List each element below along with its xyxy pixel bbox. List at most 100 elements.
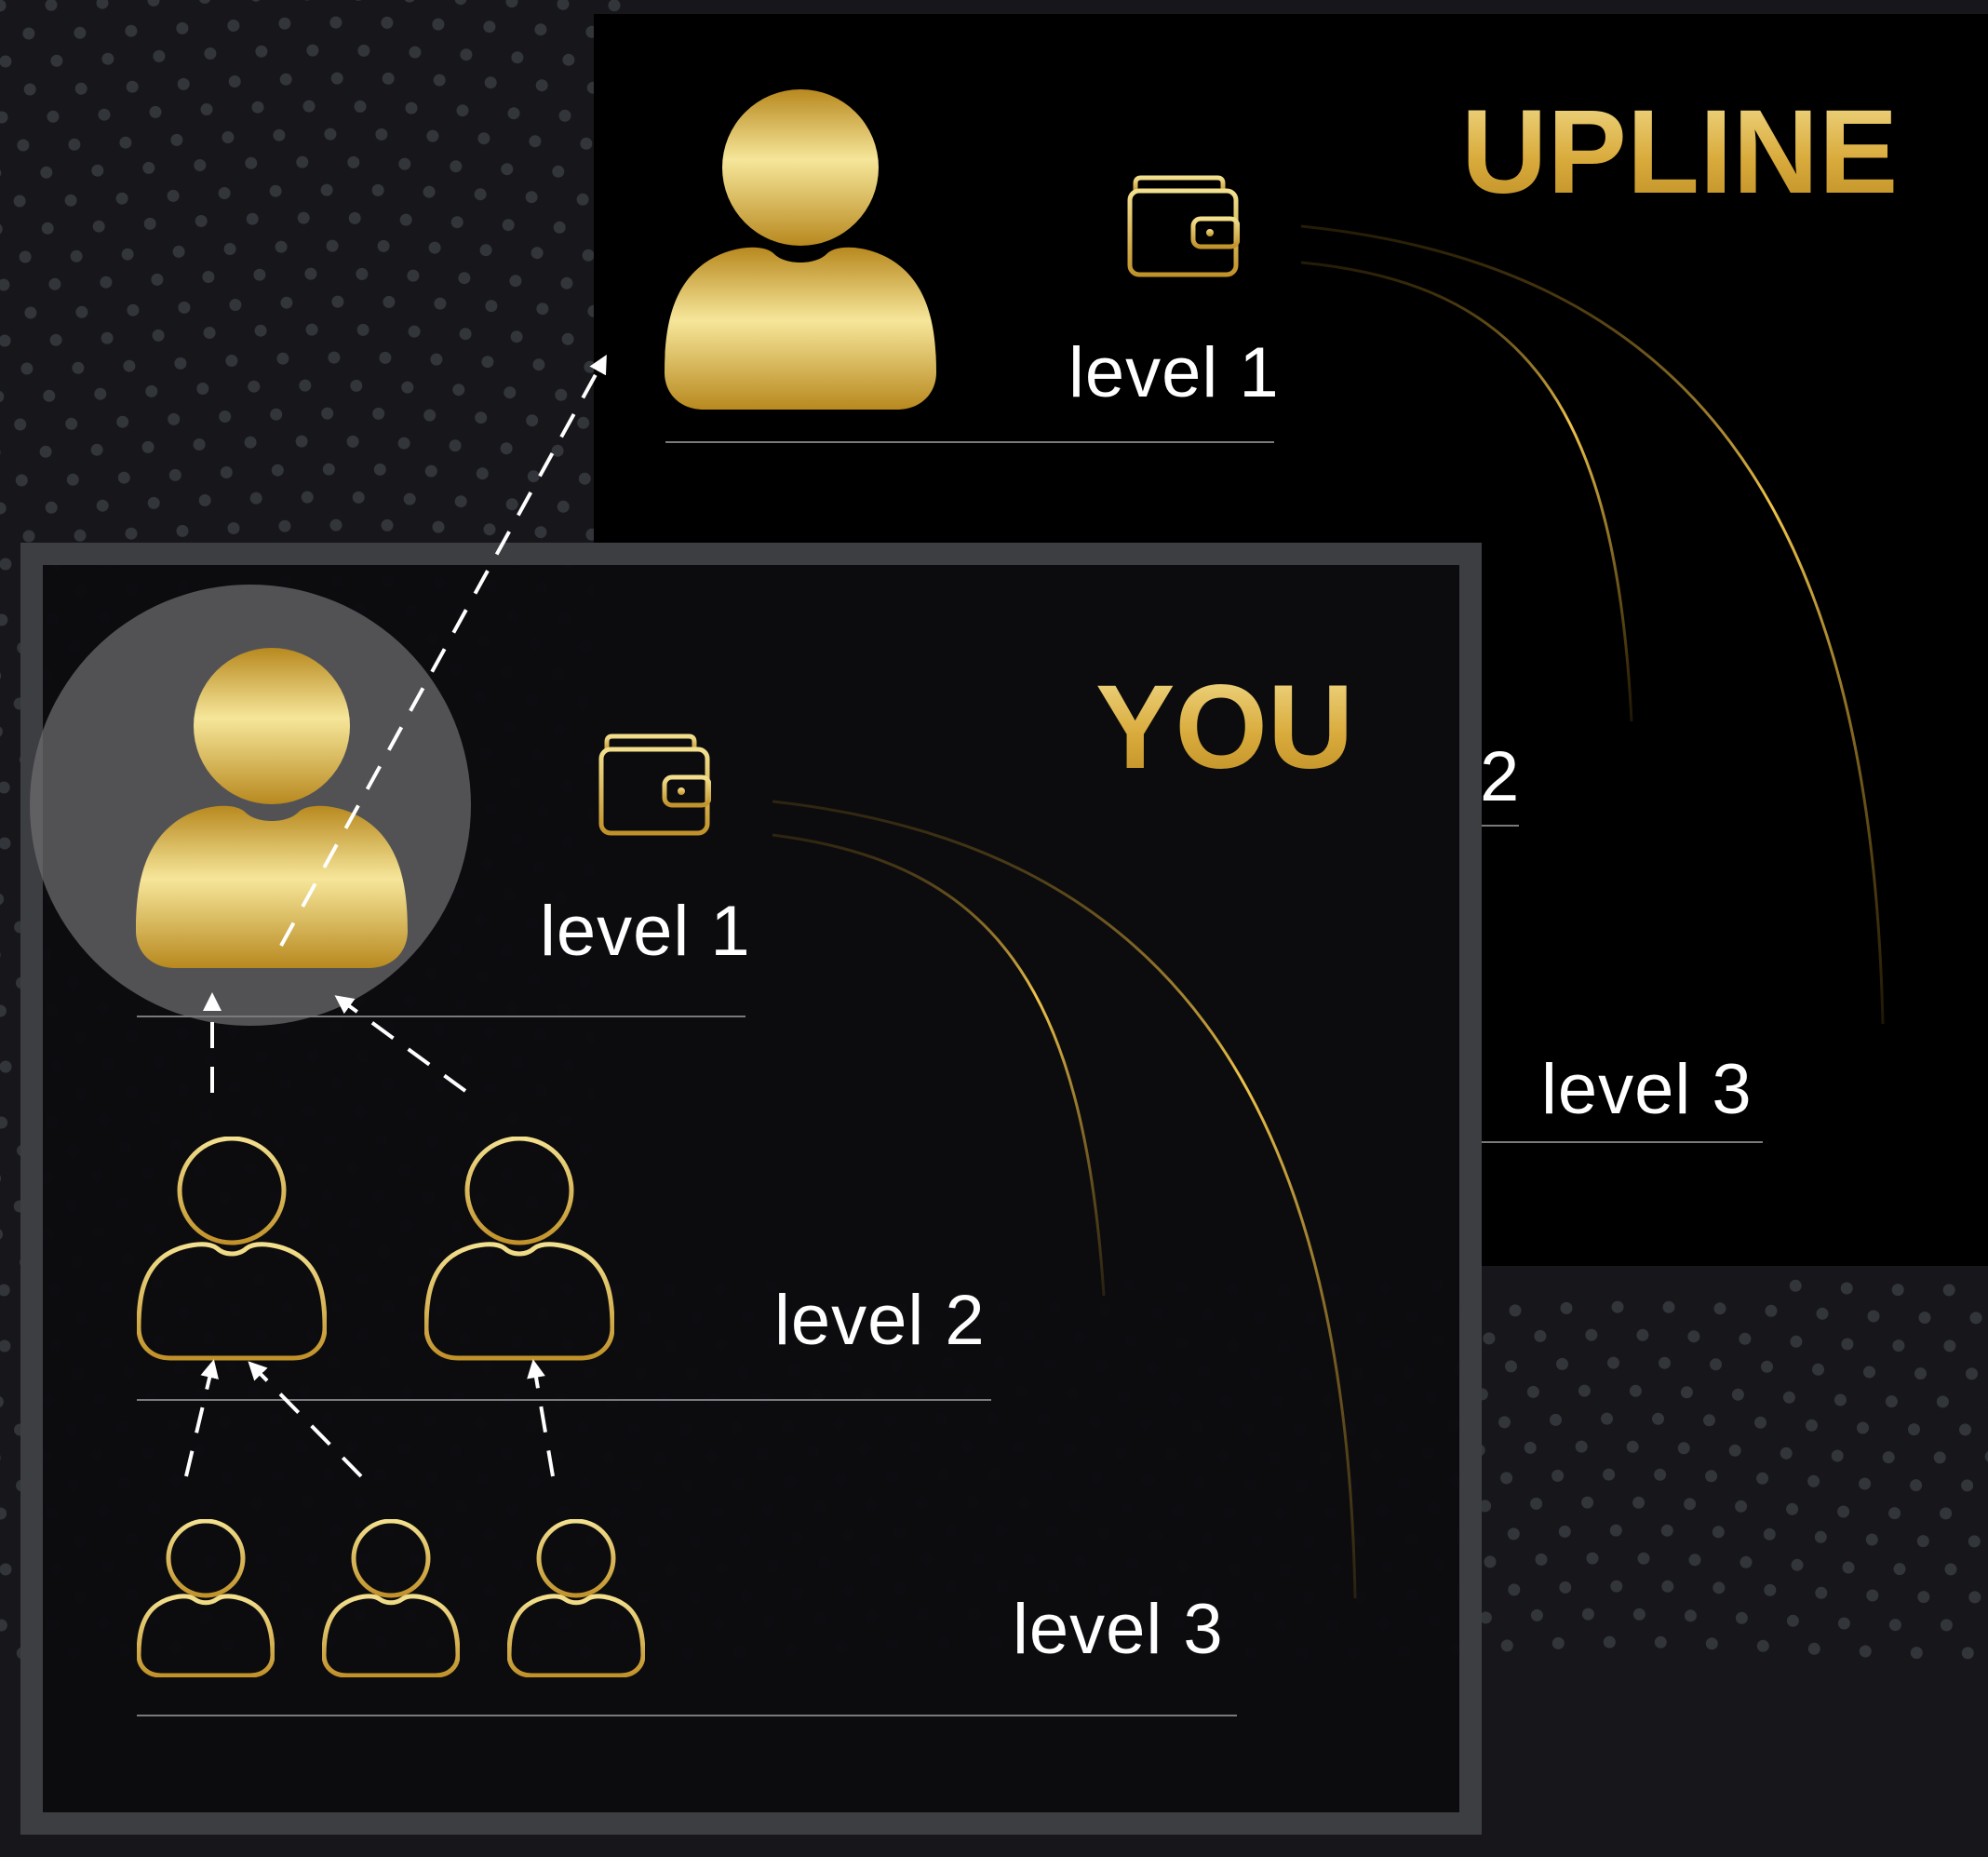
background-dot: [324, 128, 336, 141]
background-dot: [383, 73, 395, 85]
background-dot: [1914, 1367, 1927, 1379]
background-dot: [1681, 1386, 1693, 1398]
background-dot: [40, 167, 52, 179]
background-dot: [148, 0, 160, 7]
background-dot: [1732, 1389, 1744, 1401]
background-dot: [1735, 1500, 1747, 1513]
background-dot: [204, 327, 216, 339]
background-dot: [1943, 1339, 1955, 1352]
background-dot: [1689, 1554, 1701, 1566]
background-dot: [1841, 1339, 1853, 1351]
background-dot: [67, 474, 79, 486]
background-dot: [50, 55, 62, 67]
background-dot: [24, 307, 36, 319]
background-dot: [201, 103, 213, 115]
background-dot: [0, 391, 4, 403]
background-dot: [1889, 1619, 1901, 1631]
background-dot: [125, 25, 137, 37]
background-dot: [0, 894, 4, 906]
background-dot: [434, 74, 446, 87]
background-dot: [1968, 1591, 1981, 1603]
background-dot: [1919, 1312, 1931, 1324]
background-dot: [174, 357, 186, 370]
background-dot: [429, 242, 441, 254]
background-dot: [1941, 1619, 1953, 1631]
background-dot: [178, 302, 190, 314]
background-dot: [168, 413, 180, 425]
background-dot: [1860, 1646, 1872, 1658]
background-dot: [503, 219, 515, 231]
background-dot: [1908, 1423, 1920, 1435]
background-dot: [228, 522, 240, 534]
background-dot: [1812, 1364, 1824, 1376]
background-dot: [0, 1285, 10, 1297]
background-dot: [97, 500, 109, 512]
background-dot: [153, 50, 165, 62]
background-dot: [40, 446, 52, 458]
background-dot: [17, 140, 29, 152]
background-dot: [280, 74, 292, 86]
background-dot: [250, 492, 262, 505]
background-dot: [144, 218, 156, 230]
background-dot: [1627, 1441, 1639, 1453]
background-dot: [560, 277, 572, 289]
background-dot: [398, 437, 410, 450]
background-dot: [0, 168, 1, 180]
background-dot: [458, 272, 470, 284]
background-dot: [1754, 1417, 1766, 1429]
background-dot: [321, 184, 333, 196]
background-dot: [75, 306, 87, 318]
background-dot: [94, 388, 106, 400]
background-dot: [224, 243, 236, 255]
background-dot: [1757, 1640, 1769, 1652]
background-dot: [116, 193, 128, 205]
background-dot: [506, 0, 518, 7]
background-dot: [24, 84, 36, 96]
background-dot: [91, 165, 103, 177]
background-dot: [398, 158, 410, 170]
background-dot: [145, 385, 157, 397]
background-dot: [1780, 1447, 1793, 1460]
background-dot: [1961, 1479, 1973, 1491]
background-dot: [122, 249, 134, 261]
background-dot: [457, 104, 469, 116]
background-dot: [48, 278, 60, 290]
background-dot: [1837, 1506, 1849, 1518]
background-dot: [1659, 1357, 1671, 1369]
background-dot: [430, 354, 442, 366]
background-dot: [68, 139, 80, 151]
background-dot: [272, 464, 284, 477]
background-dot: [1559, 1581, 1571, 1594]
background-dot: [1834, 1394, 1847, 1406]
background-dot: [229, 299, 241, 311]
background-dot: [557, 0, 570, 10]
background-dot: [404, 0, 416, 3]
background-dot: [1684, 1498, 1696, 1510]
background-dot: [1531, 1609, 1543, 1622]
background-dot: [406, 102, 418, 114]
background-dot: [1790, 1280, 1802, 1292]
background-dot: [74, 27, 86, 39]
background-dot: [535, 526, 547, 538]
background-dot: [1578, 1385, 1591, 1397]
background-dot: [460, 328, 472, 340]
background-dot: [119, 137, 131, 149]
background-dot: [455, 0, 467, 5]
background-dot: [65, 418, 77, 430]
background-dot: [383, 296, 395, 308]
background-dot: [1787, 1615, 1799, 1627]
background-dot: [225, 355, 237, 367]
background-dot: [580, 138, 592, 150]
background-dot: [1917, 1591, 1929, 1603]
background-dot: [148, 497, 160, 509]
background-dot: [0, 1564, 12, 1576]
background-dot: [583, 249, 595, 262]
background-dot: [1892, 1284, 1904, 1296]
background-dot: [1710, 1358, 1722, 1370]
background-dot: [1815, 1587, 1827, 1599]
background-dot: [74, 530, 87, 542]
background-dot: [1633, 1608, 1645, 1621]
background-dot: [1654, 1469, 1666, 1481]
background-dot: [245, 157, 257, 169]
background-dot: [0, 112, 8, 124]
